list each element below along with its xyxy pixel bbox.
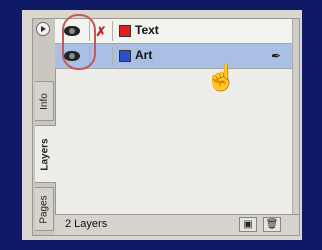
lock-column-highlight xyxy=(62,14,96,70)
new-layer-icon: ▣ xyxy=(243,219,253,230)
panel-menu-button[interactable] xyxy=(36,22,50,36)
tab-info-label: Info xyxy=(38,92,50,110)
layer-color-swatch xyxy=(119,50,131,62)
trash-icon: 🗑 xyxy=(265,219,279,230)
hand-pointer-icon: ☝ xyxy=(205,62,238,92)
layer-name: Text xyxy=(135,23,159,37)
new-layer-button[interactable]: ▣ xyxy=(239,217,257,232)
tab-layers-label: Layers xyxy=(40,137,51,171)
delete-layer-button[interactable]: 🗑 xyxy=(263,217,281,232)
layer-color-swatch xyxy=(119,25,131,37)
layer-name: Art xyxy=(135,48,153,62)
tab-layers[interactable]: Layers xyxy=(35,125,56,183)
tab-pages-label: Pages xyxy=(38,194,50,224)
panel-tab-column: Info Layers Pages xyxy=(33,19,56,235)
pencil-lock-icon: ✗ xyxy=(95,23,107,39)
scrollbar[interactable] xyxy=(292,19,299,215)
tab-info[interactable]: Info xyxy=(35,81,54,121)
layer-count: 2 Layers xyxy=(65,218,108,230)
panel-footer: 2 Layers ▣ 🗑 xyxy=(55,214,299,235)
pen-tool-icon: ✒ xyxy=(270,49,281,63)
tab-pages[interactable]: Pages xyxy=(35,187,54,231)
